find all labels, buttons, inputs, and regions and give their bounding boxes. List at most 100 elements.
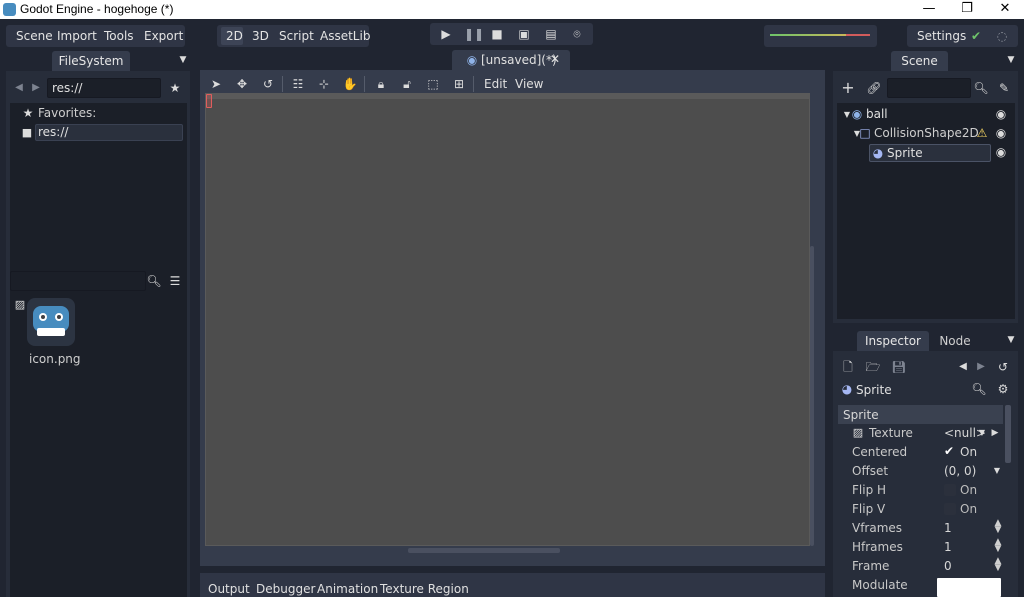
back-icon[interactable]: ◀ xyxy=(11,80,27,96)
visibility-eye-icon[interactable]: ◉ xyxy=(993,144,1009,160)
play-icon[interactable]: ▶ xyxy=(438,26,454,42)
tab-debugger[interactable]: Debugger xyxy=(256,582,315,596)
search-icon[interactable]: 🔍︎ xyxy=(973,80,989,96)
flip-h-checkbox[interactable] xyxy=(944,484,956,496)
search-icon[interactable]: 🔍︎ xyxy=(971,381,987,397)
gear-icon[interactable]: ⚙ xyxy=(995,381,1011,397)
sprite-origin-marker[interactable] xyxy=(206,94,212,108)
close-window-button[interactable]: ✕ xyxy=(986,0,1024,19)
menu-edit[interactable]: Edit xyxy=(484,77,507,91)
menu-view[interactable]: View xyxy=(515,77,543,91)
vframes-value[interactable]: 1 xyxy=(944,521,952,535)
history-back-icon[interactable]: ◀ xyxy=(955,359,971,375)
tree-node-sprite[interactable]: Sprite xyxy=(887,146,923,160)
menu-import[interactable]: Import xyxy=(57,25,97,47)
inspector-section-header[interactable]: Sprite xyxy=(838,405,1003,424)
maximize-button[interactable]: ❐ xyxy=(948,0,986,19)
tree-node-collisionshape2d[interactable]: CollisionShape2D xyxy=(874,126,979,140)
tab-animation[interactable]: Animation xyxy=(317,582,378,596)
path-value: res:// xyxy=(52,81,83,95)
spinner-arrows-icon[interactable]: ▲ ▼ xyxy=(993,538,1003,554)
workspace-3d[interactable]: 3D xyxy=(252,25,269,47)
add-node-icon[interactable]: + xyxy=(840,80,856,96)
stop-icon[interactable]: ■ xyxy=(489,26,505,42)
save-icon[interactable]: 💾︎ xyxy=(891,359,907,375)
rotate-tool-icon[interactable]: ↺ xyxy=(260,76,276,92)
pivot-tool-icon[interactable]: ⊹ xyxy=(316,76,332,92)
script-icon[interactable]: ✎ xyxy=(996,80,1012,96)
history-forward-icon[interactable]: ▶ xyxy=(973,359,989,375)
unlock-icon[interactable]: 🔓︎ xyxy=(399,76,415,92)
search-icon[interactable]: 🔍︎ xyxy=(146,273,162,289)
play-scene-icon[interactable]: ▣ xyxy=(516,26,532,42)
tree-item-res[interactable]: res:// xyxy=(38,125,68,139)
flip-v-checkbox[interactable] xyxy=(944,503,956,515)
scene-filter-input[interactable] xyxy=(887,78,971,98)
property-key: Flip H xyxy=(852,483,887,497)
tab-node[interactable]: Node xyxy=(933,331,977,351)
offset-value[interactable]: (0, 0) xyxy=(944,464,976,478)
inspector-scrollbar[interactable] xyxy=(1005,405,1011,463)
pan-tool-icon[interactable]: ✋ xyxy=(342,76,358,92)
lock-icon[interactable]: 🔒︎ xyxy=(373,76,389,92)
hframes-value[interactable]: 1 xyxy=(944,540,952,554)
checkmark-icon[interactable]: ✔ xyxy=(944,444,954,458)
select-tool-icon[interactable]: ➤ xyxy=(208,76,224,92)
favorite-star-icon[interactable]: ★ xyxy=(167,80,183,96)
image-type-icon: ▨ xyxy=(14,298,26,311)
horizontal-scrollbar[interactable] xyxy=(408,548,560,553)
dock-menu-icon[interactable]: ▼ xyxy=(1003,52,1019,68)
separator xyxy=(473,76,474,92)
history-icon[interactable]: ↺ xyxy=(995,359,1011,375)
chevron-down-icon[interactable]: ▼ xyxy=(989,463,1005,479)
chevron-right-icon[interactable]: ▶ xyxy=(987,425,1003,441)
menu-scene[interactable]: Scene xyxy=(16,25,53,47)
path-field[interactable]: res:// xyxy=(47,78,161,98)
open-folder-icon[interactable]: 🗁︎ xyxy=(865,359,881,375)
dock-menu-icon[interactable]: ▼ xyxy=(175,52,191,68)
list-view-icon[interactable]: ☰ xyxy=(167,273,183,289)
workspace-script[interactable]: Script xyxy=(279,25,314,47)
tab-filesystem[interactable]: FileSystem xyxy=(52,51,130,71)
remote-debug-icon[interactable]: ⌾ xyxy=(569,26,585,42)
file-search-input[interactable] xyxy=(10,271,146,291)
list-select-icon[interactable]: ☷ xyxy=(290,76,306,92)
scene-tab[interactable]: ◉ [unsaved](*) ✕ xyxy=(452,50,570,70)
instance-link-icon[interactable]: 🔗︎ xyxy=(866,80,882,96)
viewport-canvas[interactable] xyxy=(205,93,810,546)
visibility-eye-icon[interactable]: ◉ xyxy=(993,106,1009,122)
menu-export[interactable]: Export xyxy=(144,25,183,47)
vertical-scrollbar[interactable] xyxy=(810,246,814,546)
godot-logo-icon[interactable] xyxy=(27,298,75,346)
workspace-2d[interactable]: 2D xyxy=(226,25,243,47)
forward-icon[interactable]: ▶ xyxy=(28,80,44,96)
spinner-arrows-icon[interactable]: ▲ ▼ xyxy=(993,519,1003,535)
tab-texture-region[interactable]: Texture Region xyxy=(380,582,469,596)
warning-icon[interactable]: ⚠ xyxy=(974,125,990,141)
menu-tools[interactable]: Tools xyxy=(104,25,134,47)
ungroup-icon[interactable]: ⊞ xyxy=(451,76,467,92)
dock-menu-icon[interactable]: ▼ xyxy=(1003,332,1019,348)
modulate-color-swatch[interactable] xyxy=(937,578,1001,597)
frame-value[interactable]: 0 xyxy=(944,559,952,573)
group-icon[interactable]: ⬚ xyxy=(425,76,441,92)
tree-node-ball[interactable]: ball xyxy=(866,107,888,121)
centered-value: On xyxy=(960,445,978,459)
pause-icon[interactable]: ❚❚ xyxy=(464,26,484,42)
tab-scene[interactable]: Scene xyxy=(891,51,948,71)
settings-button[interactable]: Settings xyxy=(917,25,966,47)
close-tab-icon[interactable]: ✕ xyxy=(550,52,560,66)
new-resource-icon[interactable]: 🗋︎ xyxy=(840,359,856,375)
property-key: Offset xyxy=(852,464,889,478)
tab-inspector[interactable]: Inspector xyxy=(857,331,929,351)
sprite-icon: ◕ xyxy=(872,146,884,160)
move-tool-icon[interactable]: ✥ xyxy=(234,76,250,92)
tab-output[interactable]: Output xyxy=(208,582,250,596)
play-custom-icon[interactable]: ▤ xyxy=(543,26,559,42)
spinner-arrows-icon[interactable]: ▲ ▼ xyxy=(993,557,1003,573)
property-flip-h: Flip H On xyxy=(838,481,1003,500)
separator xyxy=(282,76,283,92)
workspace-assetlib[interactable]: AssetLib xyxy=(320,25,370,47)
minimize-button[interactable]: — xyxy=(910,0,948,19)
visibility-eye-icon[interactable]: ◉ xyxy=(993,125,1009,141)
